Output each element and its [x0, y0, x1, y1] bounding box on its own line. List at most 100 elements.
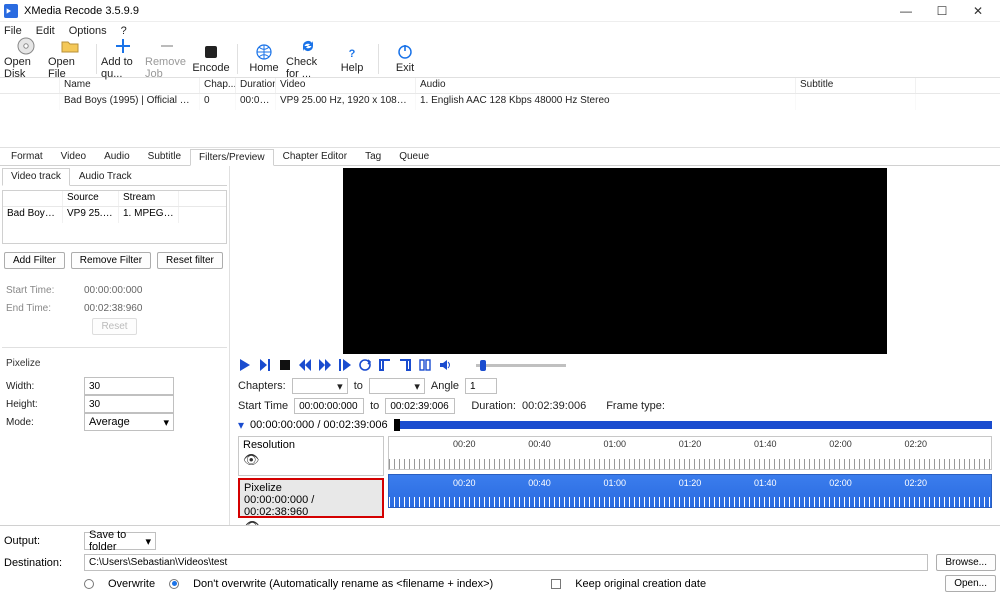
maximize-button[interactable]: ☐ [924, 1, 960, 21]
filter-list: Resolution 👁 Pixelize 00:00:00:000 / 00:… [238, 436, 384, 518]
end-time-label: End Time: [6, 303, 78, 314]
menubar: File Edit Options ? [0, 22, 1000, 40]
tab-subtitle[interactable]: Subtitle [139, 148, 190, 165]
start-time-input[interactable] [294, 398, 364, 414]
tab-video-track[interactable]: Video track [2, 168, 70, 186]
tick-label: 02:00 [829, 478, 852, 488]
remove-job-button: Remove Job [145, 41, 189, 77]
encode-icon [202, 43, 220, 61]
tab-tag[interactable]: Tag [356, 148, 390, 165]
volume-icon[interactable] [438, 358, 452, 372]
tab-video[interactable]: Video [52, 148, 95, 165]
loop-icon[interactable] [358, 358, 372, 372]
job-row[interactable]: Bad Boys (1995) | Official Trailer.mp4 0… [0, 94, 1000, 110]
play-icon[interactable] [238, 358, 252, 372]
chapter-from-select[interactable]: ▾ [292, 378, 348, 394]
mark-in-icon[interactable] [378, 358, 392, 372]
help-button[interactable]: ?Help [330, 41, 374, 77]
app-icon [4, 4, 18, 18]
filter-item-pixelize[interactable]: Pixelize 00:00:00:000 / 00:02:38:960 👁 [238, 478, 384, 518]
mark-out-icon[interactable] [398, 358, 412, 372]
tab-format[interactable]: Format [2, 148, 52, 165]
end-time-input[interactable] [385, 398, 455, 414]
col-video[interactable]: Video [276, 78, 416, 93]
tick-label: 01:40 [754, 439, 777, 449]
bottom-bar: Output: Save to folder▾ Destination: Bro… [0, 525, 1000, 598]
tick-label: 00:40 [528, 478, 551, 488]
mode-label: Mode: [6, 417, 78, 428]
pixelize-title: Pixelize [2, 356, 227, 371]
col-duration[interactable]: Duration [236, 78, 276, 93]
track-tabs: Video track Audio Track [2, 168, 227, 186]
open-file-button[interactable]: Open File [48, 41, 92, 77]
chevron-down-icon[interactable]: ▾ [238, 418, 244, 432]
tick-label: 01:00 [603, 478, 626, 488]
col-name[interactable]: Name [60, 78, 200, 93]
tick-label: 00:20 [453, 478, 476, 488]
col-subtitle[interactable]: Subtitle [796, 78, 916, 93]
source-row[interactable]: Bad Boys (1... VP9 25.00 ... 1. MPEG-4 .… [3, 207, 226, 223]
chapter-to-select[interactable]: ▾ [369, 378, 425, 394]
eye-icon[interactable]: 👁 [243, 452, 260, 468]
col-chapter[interactable]: Chap... [200, 78, 236, 93]
tab-filters-preview[interactable]: Filters/Preview [190, 149, 274, 166]
tick-label: 02:00 [829, 439, 852, 449]
open-disk-button[interactable]: Open Disk [4, 41, 48, 77]
minimize-button[interactable]: — [888, 1, 924, 21]
menu-edit[interactable]: Edit [36, 25, 55, 37]
tab-chapter-editor[interactable]: Chapter Editor [274, 148, 356, 165]
step-icon[interactable] [338, 358, 352, 372]
angle-input[interactable] [465, 378, 497, 394]
destination-label: Destination: [4, 557, 76, 569]
chevron-down-icon: ▾ [414, 380, 420, 393]
overwrite-radio[interactable] [84, 579, 94, 589]
keep-date-checkbox[interactable] [551, 579, 561, 589]
width-input[interactable] [84, 377, 174, 395]
tick-label: 01:20 [679, 439, 702, 449]
frame-type-label: Frame type: [606, 400, 665, 412]
exit-button[interactable]: Exit [383, 41, 427, 77]
col-audio[interactable]: Audio [416, 78, 796, 93]
chapters-label: Chapters: [238, 380, 286, 392]
open-folder-button[interactable]: Open... [945, 575, 996, 592]
close-button[interactable]: ✕ [960, 1, 996, 21]
destination-input[interactable] [84, 554, 928, 571]
home-button[interactable]: Home [242, 41, 286, 77]
forward-icon[interactable] [318, 358, 332, 372]
width-label: Width: [6, 381, 78, 392]
rewind-icon[interactable] [298, 358, 312, 372]
height-input[interactable] [84, 395, 174, 413]
reset-filter-button[interactable]: Reset filter [157, 252, 223, 269]
encode-button[interactable]: Encode [189, 41, 233, 77]
browse-button[interactable]: Browse... [936, 554, 996, 571]
dont-overwrite-radio[interactable] [169, 579, 179, 589]
add-to-queue-button[interactable]: Add to qu... [101, 41, 145, 77]
check-update-button[interactable]: Check for ... [286, 41, 330, 77]
tab-audio[interactable]: Audio [95, 148, 139, 165]
job-list-header: Name Chap... Duration Video Audio Subtit… [0, 78, 1000, 94]
tick-label: 01:20 [679, 478, 702, 488]
menu-help[interactable]: ? [121, 25, 127, 37]
menu-options[interactable]: Options [69, 25, 107, 37]
menu-file[interactable]: File [4, 25, 22, 37]
mode-select[interactable]: Average▾ [84, 413, 174, 431]
stop-icon[interactable] [278, 358, 292, 372]
svg-text:?: ? [349, 48, 356, 60]
disc-icon [17, 37, 35, 55]
output-select[interactable]: Save to folder▾ [84, 532, 156, 550]
skip-end-icon[interactable] [258, 358, 272, 372]
col-source[interactable]: Source [63, 191, 119, 206]
settings-icon[interactable] [418, 358, 432, 372]
filter-item-resolution[interactable]: Resolution 👁 [238, 436, 384, 476]
tab-queue[interactable]: Queue [390, 148, 438, 165]
tick-label: 02:20 [904, 439, 927, 449]
timeline-ruler-bottom[interactable]: 00:2000:4001:0001:2001:4002:0002:20 [388, 474, 992, 508]
timeline-ruler-top[interactable]: 00:2000:4001:0001:2001:4002:0002:20 [388, 436, 992, 470]
add-filter-button[interactable]: Add Filter [4, 252, 65, 269]
position-bar[interactable] [394, 421, 992, 429]
tab-audio-track[interactable]: Audio Track [70, 168, 141, 185]
col-stream[interactable]: Stream [119, 191, 179, 206]
seek-slider[interactable] [476, 364, 566, 367]
remove-filter-button[interactable]: Remove Filter [71, 252, 151, 269]
video-preview[interactable] [343, 168, 887, 354]
